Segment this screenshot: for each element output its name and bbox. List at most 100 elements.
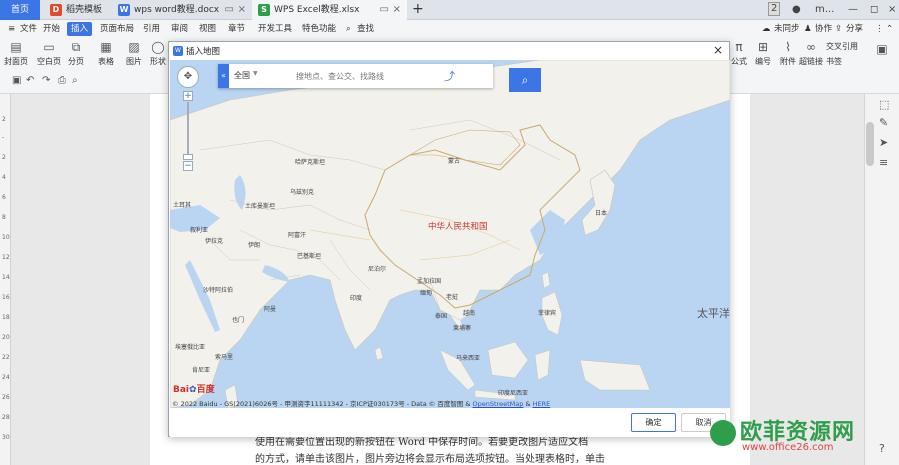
page-break-button[interactable]: ⧉ 分页 [68,40,84,67]
save-icon[interactable]: ▣ [12,75,21,86]
formula-button[interactable]: π 公式 [731,40,747,67]
map-search-input[interactable] [296,68,436,84]
sync-status[interactable]: 未同步 [774,20,800,38]
pen-icon[interactable]: ✎ [879,116,888,129]
menu-chapter[interactable]: 章节 [228,20,245,38]
collapse-panel-icon[interactable]: « [218,64,229,88]
crossref-button[interactable]: 交叉引用 [826,41,858,52]
map-search-bar: « 全国 ▼ ⤴ ⌕ [218,64,541,92]
tab-excel[interactable]: S WPS Excel教程.xlsx ▭ × [252,0,407,20]
preview-icon[interactable]: ⌕ [72,75,78,86]
zoom-out-button[interactable]: − [183,161,193,171]
close-icon[interactable]: × [393,0,401,20]
cover-page-button[interactable]: ▤ 封面页 [4,40,28,67]
blank-page-button[interactable]: ▭ 空白页 [37,40,61,67]
table-button[interactable]: ▦ 表格 [98,40,114,67]
user-name[interactable]: m... [815,2,834,18]
map-label: 叙利亚 [190,227,209,234]
add-tab-button[interactable]: + [412,0,424,19]
menu-home[interactable]: 开始 [43,20,60,38]
menu-developer[interactable]: 开发工具 [258,20,292,38]
search-icon[interactable]: ⌕ [346,20,351,38]
bookmark-button[interactable]: 书签 [826,56,842,67]
attachment-label: 附件 [780,57,796,66]
land-taiwan [541,271,551,289]
map-label: 伊朗 [248,242,261,249]
menu-features[interactable]: 特色功能 [302,20,336,38]
panel-toggle-icon[interactable]: ▣ [874,42,890,58]
window-count-badge[interactable]: 2 [768,2,781,16]
hyperlink-button[interactable]: ∞ 超链接 [799,40,823,67]
map-label: 阿曼 [264,306,277,313]
collab-button[interactable]: 协作 [815,20,832,38]
close-window-icon[interactable]: × [888,2,896,18]
avatar[interactable]: ● [792,2,801,18]
select-icon[interactable]: ⬚ [879,98,889,111]
numbering-button[interactable]: ⊞ 编号 [755,40,771,67]
shape-icon: ◯ [151,40,165,54]
undo-icon[interactable]: ↶ [26,75,34,86]
ok-button[interactable]: 确定 [631,413,676,432]
redo-icon[interactable]: ↷ [42,75,50,86]
numbering-icon: ⊞ [757,40,769,54]
minimize-icon[interactable]: — [848,2,858,18]
shape-label: 形状 [150,57,166,66]
image-button[interactable]: ▨ 图片 [126,40,142,67]
cloud-icon: ☁ [762,24,771,34]
menu-references[interactable]: 引用 [143,20,160,38]
vertical-scrollbar[interactable] [866,122,874,166]
osm-link[interactable]: OpenStreetMap [473,400,524,408]
route-icon[interactable]: ⤴ [444,68,455,84]
zoom-in-button[interactable]: + [183,91,193,101]
collapse-icon[interactable]: ⌃ [886,20,893,38]
menu-review[interactable]: 审阅 [171,20,188,38]
menu-insert[interactable]: 插入 [67,22,93,36]
tab-word-doc[interactable]: W wps word教程.docx ▭ × [112,0,252,20]
image-icon: ▨ [128,40,140,54]
menu-layout[interactable]: 页面布局 [100,20,134,38]
menu-view[interactable]: 视图 [199,20,216,38]
cover-page-icon: ▤ [10,40,22,54]
share-button[interactable]: 分享 [846,20,863,38]
monitor-icon: ▭ [224,4,234,15]
map-label: 印度尼西亚 [498,390,529,397]
map-label-ocean: 太平洋 [697,307,730,320]
shape-button[interactable]: ◯ 形状 [150,40,166,67]
region-selector[interactable]: 全国 [234,70,250,81]
close-icon[interactable]: × [238,0,246,20]
table-icon: ▦ [100,40,112,54]
paperclip-icon: ⌇ [785,40,791,54]
zoom-slider-handle[interactable] [183,154,193,160]
print-icon[interactable]: ⎙ [58,75,66,86]
here-link[interactable]: HERE [533,400,551,408]
map-label: 巴基斯坦 [297,253,322,260]
tab-home[interactable]: 首页 [0,0,40,20]
chevron-down-icon[interactable]: ▼ [253,70,258,77]
tab-template[interactable]: D 稻壳模板 [44,0,112,20]
settings-sliders-icon[interactable]: ≡ [879,156,888,169]
blank-page-label: 空白页 [37,57,61,66]
document-text[interactable]: 使用在需要位置出现的新按钮在 Word 中保存时间。若要更改图片适应文档 的方式… [255,434,635,465]
baidu-logo-cn: 百度 [196,385,215,395]
cursor-icon[interactable]: ➤ [879,136,888,149]
map-search-button[interactable]: ⌕ [509,68,541,92]
hamburger-icon[interactable]: ≡ [8,20,15,38]
attachment-button[interactable]: ⌇ 附件 [780,40,796,67]
restore-icon[interactable]: ◻ [870,2,878,18]
map-label: 伊拉克 [205,238,224,245]
share-icon: ⇪ [835,24,843,34]
map-canvas[interactable]: « 全国 ▼ ⤴ ⌕ ✥ + − 哈萨克斯坦 蒙古 乌兹别克 土库曼斯坦 阿富汗… [170,60,730,408]
search-icon: ⌕ [521,73,529,87]
menu-file[interactable]: 文件 [20,20,37,38]
more-icon[interactable]: ⋮ [875,20,884,38]
zoom-slider-track[interactable] [187,102,189,156]
map-label: 肯尼亚 [192,367,211,374]
land-new-guinea [579,359,651,391]
close-dialog-icon[interactable]: × [713,43,723,57]
pan-control-icon[interactable]: ✥ [177,66,199,88]
map-label: 哈萨克斯坦 [295,159,326,166]
dialog-title: 插入地图 [186,47,221,57]
dialog-title-bar: W 插入地图 × [169,42,729,60]
map-label: 印度 [350,295,363,302]
menu-search[interactable]: 查找 [357,20,374,38]
